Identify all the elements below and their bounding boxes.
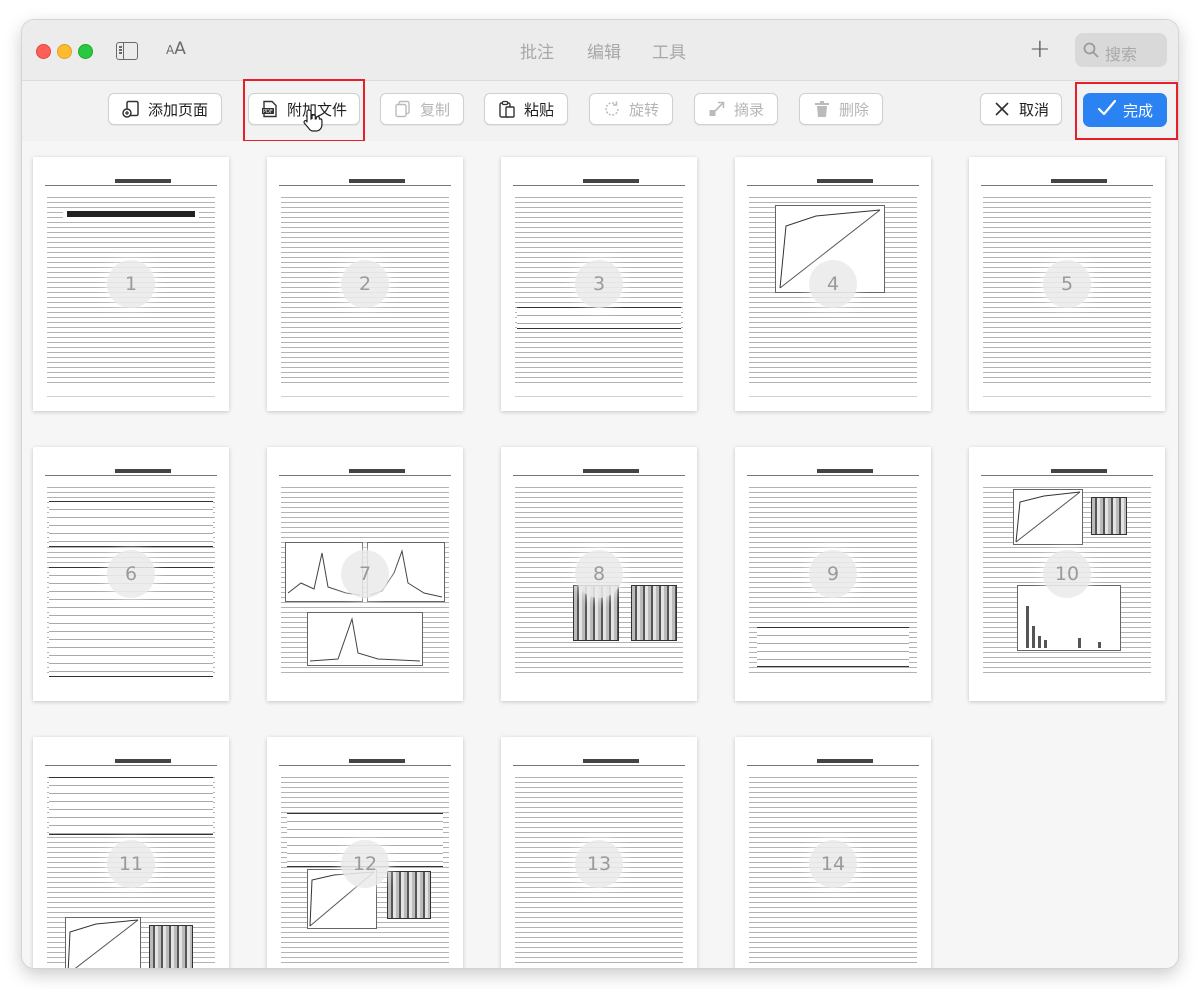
page-number-badge: 12 xyxy=(341,840,389,888)
copy-button[interactable]: 复制 xyxy=(380,93,464,125)
close-icon xyxy=(993,100,1011,118)
app-window: AA 批注 编辑 工具 + 搜索 添加页面 PDF 附加文件 复制 粘贴 旋转 … xyxy=(22,20,1178,968)
search-icon xyxy=(1083,42,1099,58)
page-thumbnail[interactable]: 12 xyxy=(267,737,463,968)
paste-icon xyxy=(498,100,516,118)
page-thumbnail[interactable]: 1 xyxy=(33,157,229,411)
page-number-badge: 5 xyxy=(1043,260,1091,308)
zoom-window-button[interactable] xyxy=(78,44,93,59)
plus-icon[interactable]: + xyxy=(1029,34,1051,64)
page-number-badge: 13 xyxy=(575,840,623,888)
page-number-badge: 6 xyxy=(107,550,155,598)
extract-label: 摘录 xyxy=(733,100,764,119)
page-number-badge: 10 xyxy=(1043,550,1091,598)
page-thumbnail[interactable]: 11 xyxy=(33,737,229,968)
copy-icon xyxy=(394,100,412,118)
minimize-window-button[interactable] xyxy=(57,44,72,59)
page-thumbnail[interactable]: 6 xyxy=(33,447,229,701)
cancel-label: 取消 xyxy=(1018,100,1049,119)
add-page-icon xyxy=(122,100,140,118)
page-number-badge: 8 xyxy=(575,550,623,598)
page-number-badge: 2 xyxy=(341,260,389,308)
search-placeholder: 搜索 xyxy=(1105,45,1138,64)
trash-icon xyxy=(813,100,831,118)
rotate-button[interactable]: 旋转 xyxy=(589,93,673,125)
menu-edit[interactable]: 编辑 xyxy=(587,38,621,63)
page-thumbnail-grid: 1 2 3 4 5 6 7 8 9 10 11 12 13 14 xyxy=(22,141,1178,968)
sidebar-icon[interactable] xyxy=(116,42,138,60)
add-page-label: 添加页面 xyxy=(147,100,208,119)
copy-label: 复制 xyxy=(419,100,450,119)
page-thumbnail[interactable]: 10 xyxy=(969,447,1165,701)
cancel-button[interactable]: 取消 xyxy=(980,93,1062,125)
page-thumbnail[interactable]: 9 xyxy=(735,447,931,701)
page-number-badge: 9 xyxy=(809,550,857,598)
page-thumbnail[interactable]: 4 xyxy=(735,157,931,411)
add-page-button[interactable]: 添加页面 xyxy=(108,93,222,125)
page-thumbnail[interactable]: 3 xyxy=(501,157,697,411)
font-size-icon[interactable]: AA xyxy=(166,39,186,59)
page-number-badge: 14 xyxy=(809,840,857,888)
page-number-badge: 4 xyxy=(809,260,857,308)
delete-button[interactable]: 删除 xyxy=(799,93,883,125)
page-number-badge: 7 xyxy=(341,550,389,598)
page-thumbnail[interactable]: 13 xyxy=(501,737,697,968)
extract-icon xyxy=(708,100,726,118)
page-thumbnail[interactable]: 14 xyxy=(735,737,931,968)
page-thumbnail[interactable]: 8 xyxy=(501,447,697,701)
page-number-badge: 11 xyxy=(107,840,155,888)
paste-label: 粘贴 xyxy=(523,100,554,119)
page-number-badge: 1 xyxy=(107,260,155,308)
title-bar: AA 批注 编辑 工具 + 搜索 xyxy=(22,20,1178,80)
page-thumbnail[interactable]: 2 xyxy=(267,157,463,411)
menu-tools[interactable]: 工具 xyxy=(652,38,686,63)
rotate-icon xyxy=(603,100,621,118)
close-window-button[interactable] xyxy=(36,44,51,59)
page-thumbnail[interactable]: 5 xyxy=(969,157,1165,411)
search-input[interactable]: 搜索 xyxy=(1075,33,1167,67)
rotate-label: 旋转 xyxy=(628,100,659,119)
page-thumbnail[interactable]: 7 xyxy=(267,447,463,701)
page-edit-toolbar: 添加页面 PDF 附加文件 复制 粘贴 旋转 摘录 删除 取消 完成 xyxy=(22,80,1178,142)
pointer-hand-icon xyxy=(302,108,324,136)
done-highlight xyxy=(1075,82,1178,140)
page-number-badge: 3 xyxy=(575,260,623,308)
delete-label: 删除 xyxy=(838,100,869,119)
paste-button[interactable]: 粘贴 xyxy=(484,93,568,125)
extract-button[interactable]: 摘录 xyxy=(694,93,778,125)
menu-annotate[interactable]: 批注 xyxy=(520,38,554,63)
